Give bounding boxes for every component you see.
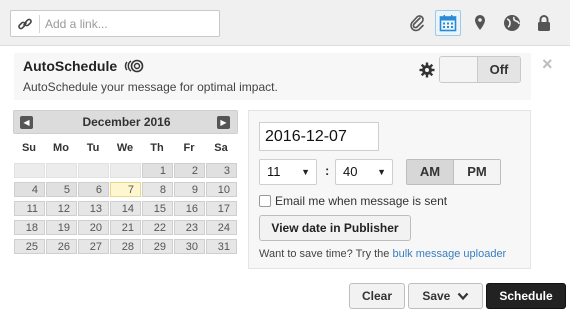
paperclip-icon[interactable]: [404, 10, 430, 36]
weekday-header: Tu: [86, 142, 100, 154]
calendar-day[interactable]: 15: [142, 201, 173, 216]
close-icon[interactable]: ×: [542, 54, 553, 75]
weekday-header: We: [116, 142, 134, 154]
next-month-icon[interactable]: ▶: [217, 116, 230, 129]
calendar-day[interactable]: 12: [46, 201, 77, 216]
calendar-empty-cell: [14, 163, 45, 178]
calendar-day[interactable]: 13: [78, 201, 109, 216]
calendar-day[interactable]: 11: [14, 201, 45, 216]
calendar-empty-cell: [78, 163, 109, 178]
clear-button[interactable]: Clear: [349, 283, 405, 309]
calendar-day[interactable]: 24: [206, 220, 237, 235]
calendar-day: 6: [78, 182, 109, 197]
weekday-header: Fr: [183, 142, 195, 154]
calendar-day[interactable]: 10: [206, 182, 237, 197]
toggle-state-label: Off: [478, 57, 520, 82]
calendar-day[interactable]: 16: [174, 201, 205, 216]
location-pin-icon[interactable]: [467, 10, 493, 36]
calendar-day: 5: [46, 182, 77, 197]
calendar-day: 4: [14, 182, 45, 197]
am-button[interactable]: AM: [406, 159, 454, 185]
save-time-hint: Want to save time? Try the bulk message …: [259, 248, 506, 260]
calendar-day[interactable]: 18: [14, 220, 45, 235]
schedule-button[interactable]: Schedule: [486, 283, 566, 309]
calendar-month-label: December 2016: [82, 115, 171, 129]
calendar-empty-cell: [46, 163, 77, 178]
save-time-text: Want to save time? Try the: [259, 248, 390, 260]
date-input[interactable]: 2016-12-07: [259, 122, 379, 151]
weekday-header: Mo: [53, 142, 69, 154]
calendar-day[interactable]: 20: [78, 220, 109, 235]
calendar-day[interactable]: 19: [46, 220, 77, 235]
calendar-day[interactable]: 8: [142, 182, 173, 197]
calendar-day: 3: [206, 163, 237, 178]
calendar-day: 1: [142, 163, 173, 178]
autoschedule-panel: AutoSchedule AutoSchedule your message f…: [14, 53, 531, 100]
weekday-header: Su: [21, 142, 37, 154]
view-in-publisher-button[interactable]: View date in Publisher: [259, 215, 411, 241]
date-picker-calendar: ◀ December 2016 ▶ Su Mo Tu We Th Fr Sa 1 2 3 4 5 6 7 8…: [13, 110, 238, 258]
email-notify-option[interactable]: Email me when message is sent: [259, 194, 447, 208]
calendar-header: ◀ December 2016 ▶: [13, 110, 238, 134]
autoschedule-title: AutoSchedule: [23, 58, 118, 74]
autoschedule-icon: [124, 59, 144, 73]
compose-toolbar: [0, 0, 570, 46]
calendar-day[interactable]: 27: [78, 239, 109, 254]
calendar-day[interactable]: 26: [46, 239, 77, 254]
time-separator: :: [325, 163, 330, 178]
pm-button[interactable]: PM: [453, 159, 501, 185]
hour-value: 11: [267, 164, 281, 179]
save-button[interactable]: Save: [408, 283, 483, 309]
calendar-day[interactable]: 29: [142, 239, 173, 254]
calendar-day[interactable]: 25: [14, 239, 45, 254]
globe-icon[interactable]: [499, 10, 525, 36]
calendar-day[interactable]: 17: [206, 201, 237, 216]
calendar-day: 2: [174, 163, 205, 178]
weekday-header: Sa: [214, 142, 228, 154]
link-box-divider: [39, 15, 40, 33]
calendar-day-selected[interactable]: 7: [110, 182, 141, 197]
link-input[interactable]: [45, 14, 215, 34]
calendar-day[interactable]: 22: [142, 220, 173, 235]
calendar-day[interactable]: 28: [110, 239, 141, 254]
gear-icon[interactable]: [419, 62, 435, 78]
calendar-icon[interactable]: [435, 10, 461, 36]
chevron-down-icon: ▼: [377, 167, 386, 177]
link-input-box[interactable]: [10, 10, 220, 37]
autoschedule-subtitle: AutoSchedule your message for optimal im…: [23, 80, 278, 94]
calendar-day[interactable]: 31: [206, 239, 237, 254]
calendar-day[interactable]: 21: [110, 220, 141, 235]
chevron-down-icon: [457, 292, 469, 301]
save-button-label: Save: [422, 289, 451, 303]
toggle-knob: [440, 57, 478, 82]
calendar-day[interactable]: 30: [174, 239, 205, 254]
email-notify-checkbox[interactable]: [259, 195, 271, 207]
chevron-down-icon: ▼: [301, 167, 310, 177]
bulk-uploader-link[interactable]: bulk message uploader: [392, 248, 506, 260]
minute-select[interactable]: 40 ▼: [335, 159, 393, 185]
datetime-panel: 2016-12-07 11 ▼ : 40 ▼ AM PM Email me wh…: [248, 110, 531, 269]
link-icon: [18, 18, 32, 30]
email-notify-label: Email me when message is sent: [275, 194, 448, 208]
weekday-header: Th: [150, 142, 164, 154]
calendar-day[interactable]: 9: [174, 182, 205, 197]
calendar-day[interactable]: 14: [110, 201, 141, 216]
lock-icon[interactable]: [531, 10, 557, 36]
autoschedule-toggle[interactable]: Off: [439, 56, 521, 83]
calendar-day[interactable]: 23: [174, 220, 205, 235]
minute-value: 40: [343, 164, 358, 179]
hour-select[interactable]: 11 ▼: [259, 159, 317, 185]
calendar-empty-cell: [110, 163, 141, 178]
